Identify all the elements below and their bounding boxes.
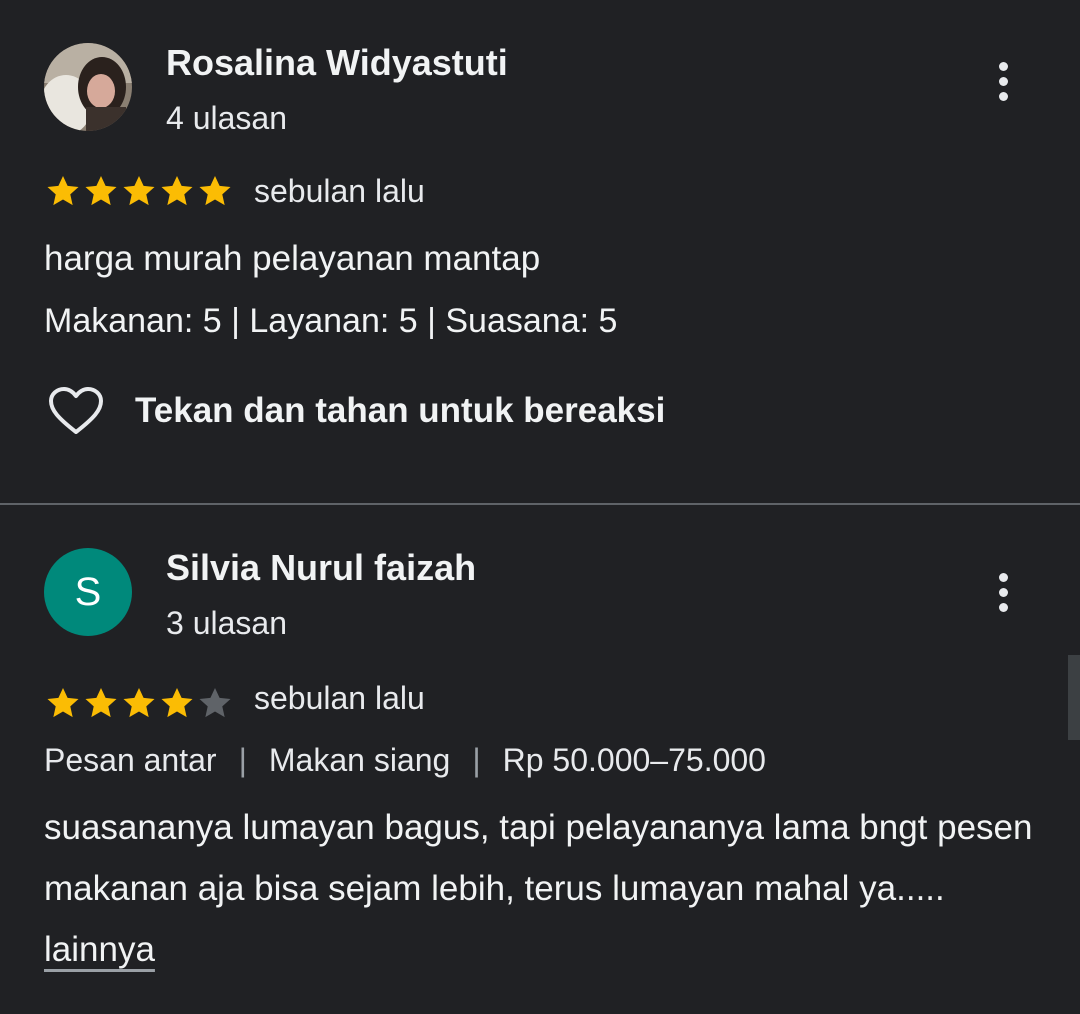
more-options-icon[interactable] (990, 573, 1016, 625)
star-empty-icon (199, 687, 231, 718)
star-filled-icon (161, 175, 193, 206)
react-label: Tekan dan tahan untuk bereaksi (135, 391, 666, 430)
review-time: sebulan lalu (254, 680, 425, 716)
scrollbar[interactable] (1068, 655, 1080, 740)
star-filled-icon (199, 175, 231, 206)
tag-price: Rp 50.000–75.000 (502, 742, 766, 778)
more-options-icon[interactable] (990, 62, 1016, 114)
star-rating (44, 684, 234, 722)
tag-separator: | (238, 742, 247, 778)
react-button[interactable]: Tekan dan tahan untuk bereaksi (48, 386, 665, 436)
review-card: S Silvia Nurul faizah 3 ulasan sebulan l… (0, 505, 1080, 1014)
profile-photo-icon (44, 43, 132, 131)
star-filled-icon (161, 687, 193, 718)
author-name[interactable]: Rosalina Widyastuti (166, 42, 508, 84)
review-time: sebulan lalu (254, 173, 425, 209)
review-card: Rosalina Widyastuti 4 ulasan sebulan lal… (0, 0, 1080, 503)
review-text: suasananya lumayan bagus, tapi pelayanan… (44, 797, 1034, 980)
review-text-body: suasananya lumayan bagus, tapi pelayanan… (44, 808, 1033, 908)
avatar[interactable] (44, 43, 132, 131)
star-filled-icon (123, 687, 155, 718)
heart-icon (49, 387, 103, 434)
review-count: 3 ulasan (166, 605, 287, 641)
tag-delivery: Pesan antar (44, 742, 217, 778)
tag-meal: Makan siang (268, 742, 451, 778)
star-filled-icon (85, 687, 117, 718)
ratings-detail: Makanan: 5 | Layanan: 5 | Suasana: 5 (44, 302, 618, 340)
star-filled-icon (85, 175, 117, 206)
star-filled-icon (47, 687, 79, 718)
review-tags: Pesan antar | Makan siang | Rp 50.000–75… (44, 742, 766, 779)
tag-separator: | (472, 742, 481, 778)
star-filled-icon (47, 175, 79, 206)
review-text: harga murah pelayanan mantap (44, 239, 541, 278)
avatar[interactable]: S (44, 548, 132, 636)
author-name[interactable]: Silvia Nurul faizah (166, 547, 476, 589)
more-link[interactable]: lainnya (44, 930, 155, 969)
review-count: 4 ulasan (166, 100, 287, 136)
star-rating (44, 172, 234, 210)
star-filled-icon (123, 175, 155, 206)
